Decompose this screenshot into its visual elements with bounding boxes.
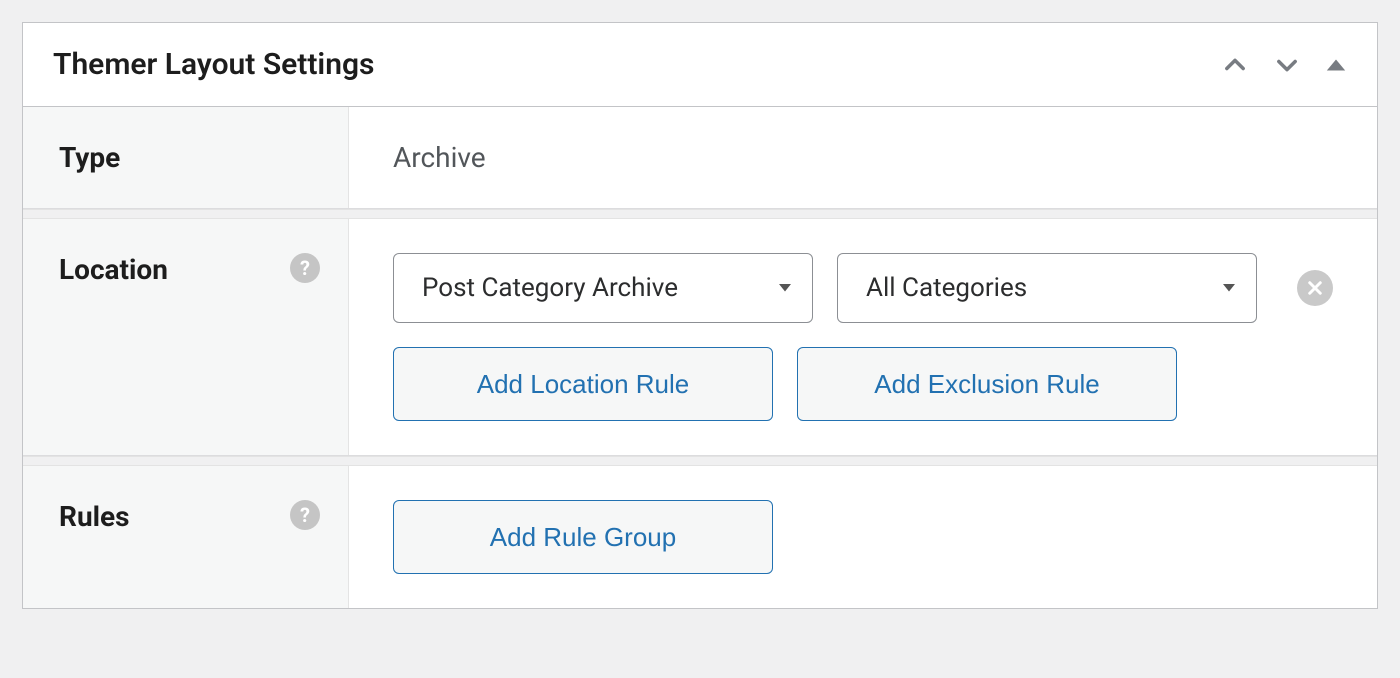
location-value-select[interactable]: All Categories (837, 253, 1257, 323)
triangle-up-icon (1325, 54, 1347, 76)
rules-buttons-line: Add Rule Group (393, 500, 1333, 574)
close-icon (1306, 279, 1324, 297)
add-location-rule-button[interactable]: Add Location Rule (393, 347, 773, 421)
label-col: Location ? (23, 219, 349, 455)
panel-handle-actions (1221, 51, 1347, 79)
row-divider (23, 456, 1377, 466)
add-exclusion-rule-button[interactable]: Add Exclusion Rule (797, 347, 1177, 421)
location-label: Location (59, 253, 168, 286)
rules-label: Rules (59, 500, 130, 533)
panel-body: Type Archive Location ? Post Category Ar… (23, 107, 1377, 608)
type-label: Type (59, 141, 120, 174)
location-buttons-line: Add Location Rule Add Exclusion Rule (393, 347, 1333, 421)
move-up-button[interactable] (1221, 51, 1249, 79)
location-type-select[interactable]: Post Category Archive (393, 253, 813, 323)
location-selects-line: Post Category Archive All Categories (393, 253, 1333, 323)
caret-down-icon (1220, 273, 1238, 303)
panel-header: Themer Layout Settings (23, 23, 1377, 107)
add-rule-group-button[interactable]: Add Rule Group (393, 500, 773, 574)
move-down-button[interactable] (1273, 51, 1301, 79)
row-location: Location ? Post Category Archive All Cat… (23, 219, 1377, 456)
toggle-panel-button[interactable] (1325, 54, 1347, 76)
value-col: Archive (349, 107, 1377, 208)
label-col: Type (23, 107, 349, 208)
chevron-down-icon (1273, 51, 1301, 79)
select-value: All Categories (866, 273, 1027, 303)
help-icon[interactable]: ? (290, 253, 320, 283)
value-col: Add Rule Group (349, 466, 1377, 608)
row-divider (23, 209, 1377, 219)
select-value: Post Category Archive (422, 273, 678, 303)
remove-rule-button[interactable] (1297, 270, 1333, 306)
type-value: Archive (393, 141, 1333, 174)
row-rules: Rules ? Add Rule Group (23, 466, 1377, 608)
caret-down-icon (776, 273, 794, 303)
row-type: Type Archive (23, 107, 1377, 209)
help-icon[interactable]: ? (290, 500, 320, 530)
chevron-up-icon (1221, 51, 1249, 79)
value-col: Post Category Archive All Categories (349, 219, 1377, 455)
panel-title: Themer Layout Settings (53, 47, 374, 82)
themer-layout-settings-panel: Themer Layout Settings Type (22, 22, 1378, 609)
label-col: Rules ? (23, 466, 349, 608)
